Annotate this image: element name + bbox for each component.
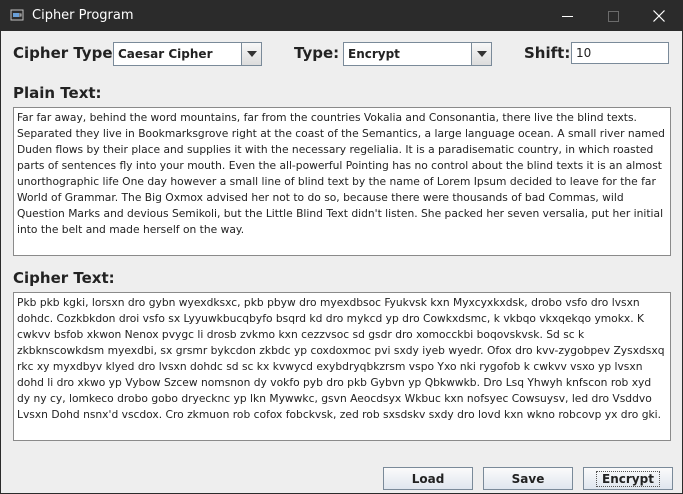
type-label: Type:	[294, 44, 340, 62]
type-arrow[interactable]	[471, 43, 491, 65]
load-button[interactable]: Load	[383, 467, 473, 490]
save-button-label: Save	[511, 471, 545, 486]
plain-text-label: Plain Text:	[13, 84, 102, 102]
coffee-cup-icon	[10, 9, 24, 21]
chevron-down-icon	[246, 51, 257, 57]
close-icon	[653, 10, 665, 22]
type-dropdown[interactable]: Encrypt	[343, 42, 492, 66]
cipher-type-label: Cipher Type:	[13, 44, 119, 62]
title-bar[interactable]: Cipher Program	[1, 1, 682, 31]
window-title: Cipher Program	[32, 8, 134, 23]
load-button-label: Load	[411, 471, 445, 486]
cipher-window: Cipher Program Cipher Type: Caesar Ciphe…	[0, 0, 683, 494]
cipher-text-label: Cipher Text:	[13, 269, 115, 287]
cipher-type-value: Caesar Cipher	[118, 47, 213, 61]
encrypt-button-label: Encrypt	[596, 470, 660, 487]
close-button[interactable]	[636, 1, 682, 31]
minimize-button[interactable]	[544, 1, 590, 31]
plain-text-area[interactable]: Far far away, behind the word mountains,…	[13, 107, 671, 256]
save-button[interactable]: Save	[483, 467, 573, 490]
type-value: Encrypt	[348, 47, 400, 61]
cipher-type-arrow[interactable]	[241, 43, 261, 65]
chevron-down-icon	[476, 51, 487, 57]
cipher-type-dropdown[interactable]: Caesar Cipher	[113, 42, 262, 66]
shift-label: Shift:	[524, 44, 571, 62]
shift-input[interactable]	[571, 42, 669, 64]
encrypt-button[interactable]: Encrypt	[583, 467, 673, 490]
maximize-button[interactable]	[590, 1, 636, 31]
cipher-text-area[interactable]: Pkb pkb kgki, lorsxn dro gybn wyexdksxc,…	[13, 292, 671, 441]
minimize-icon	[561, 15, 573, 17]
maximize-icon	[607, 10, 619, 22]
